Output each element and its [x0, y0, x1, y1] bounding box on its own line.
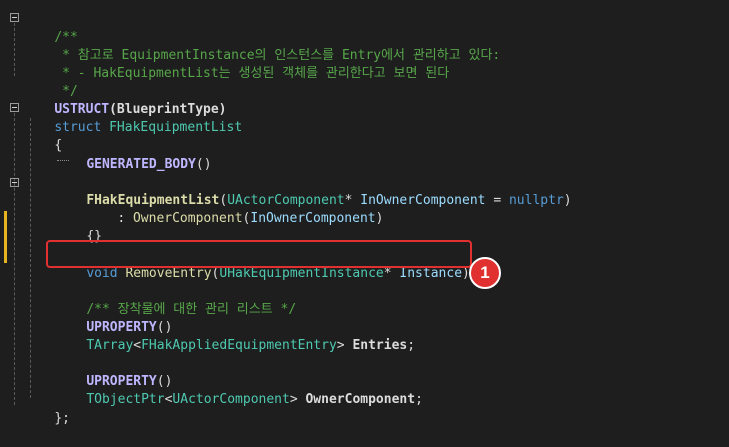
fold-toggle-comment-icon[interactable] — [10, 13, 19, 22]
angle-close: > — [336, 338, 353, 353]
paren: ) — [375, 211, 384, 226]
code-line: * 참고로 EquipmentInstance의 인스턴스를 Entry에서 관… — [23, 27, 500, 63]
fold-toggle-struct-icon[interactable] — [10, 103, 19, 112]
tarray-type: TArray — [86, 338, 134, 353]
owner-component-member: OwnerComponent — [305, 392, 416, 407]
code-line: TArray<FHakAppliedEquipmentEntry> Entrie… — [55, 317, 415, 353]
code-line: }; — [23, 390, 70, 426]
generated-body-macro: GENERATED_BODY — [86, 157, 196, 172]
init-arg: InOwnerComponent — [250, 211, 376, 226]
param-type: UHakEquipmentInstance — [219, 266, 384, 281]
code-line: struct FHakEquipmentList — [23, 99, 242, 135]
tobjectptr-type: TObjectPtr — [86, 392, 165, 407]
code-line: /** — [23, 9, 77, 45]
code-line: TObjectPtr<UActorComponent> OwnerCompone… — [55, 371, 423, 407]
change-marker — [4, 211, 7, 263]
entry-type: FHakAppliedEquipmentEntry — [141, 338, 337, 353]
code-line: GENERATED_BODY() — [55, 136, 211, 172]
pointer-token: * — [383, 266, 400, 281]
code-line: */ — [23, 63, 78, 99]
close-brace: }; — [54, 411, 70, 426]
comment-text: * - HakEquipmentList는 생성된 객체를 관리한다고 보면 된… — [54, 66, 450, 81]
struct-name: FHakEquipmentList — [101, 120, 243, 135]
void-keyword: void — [86, 266, 118, 281]
code-line: USTRUCT(BlueprintType) — [23, 81, 226, 117]
generated-body-parens: () — [195, 157, 212, 172]
angle-open: < — [133, 338, 142, 353]
fold-guide — [14, 23, 15, 76]
code-line: UPROPERTY() — [55, 353, 172, 389]
code-line: * - HakEquipmentList는 생성된 객체를 관리한다고 보면 된… — [23, 45, 449, 81]
semicolon: ; — [415, 392, 423, 407]
init-colon: : — [117, 211, 133, 226]
code-line: UPROPERTY() — [55, 299, 172, 335]
code-line: {} — [55, 208, 102, 244]
code-line: /** 장착물에 대한 관리 리스트 */ — [55, 281, 296, 317]
param-name: Instance — [399, 266, 463, 281]
nullptr-keyword: nullptr — [508, 193, 564, 208]
angle-close: > — [289, 392, 306, 407]
code-line: FHakEquipmentList(UActorComponent* InOwn… — [55, 172, 571, 208]
init-member: OwnerComponent — [132, 211, 243, 226]
component-type: UActorComponent — [172, 392, 290, 407]
method-name: RemoveEntry — [117, 266, 212, 281]
semicolon: ; — [407, 338, 416, 353]
code-line: : OwnerComponent(InOwnerComponent) — [86, 190, 383, 226]
annotation-badge: 1 — [469, 257, 501, 289]
entries-member: Entries — [352, 338, 408, 353]
fold-guide — [14, 113, 15, 405]
highlight-box — [46, 240, 472, 268]
fold-toggle-constructor-icon[interactable] — [10, 178, 19, 187]
squiggle-underline — [57, 158, 69, 161]
assign-token: = — [485, 193, 509, 208]
paren: ) — [563, 193, 572, 208]
code-line: { — [23, 117, 62, 153]
